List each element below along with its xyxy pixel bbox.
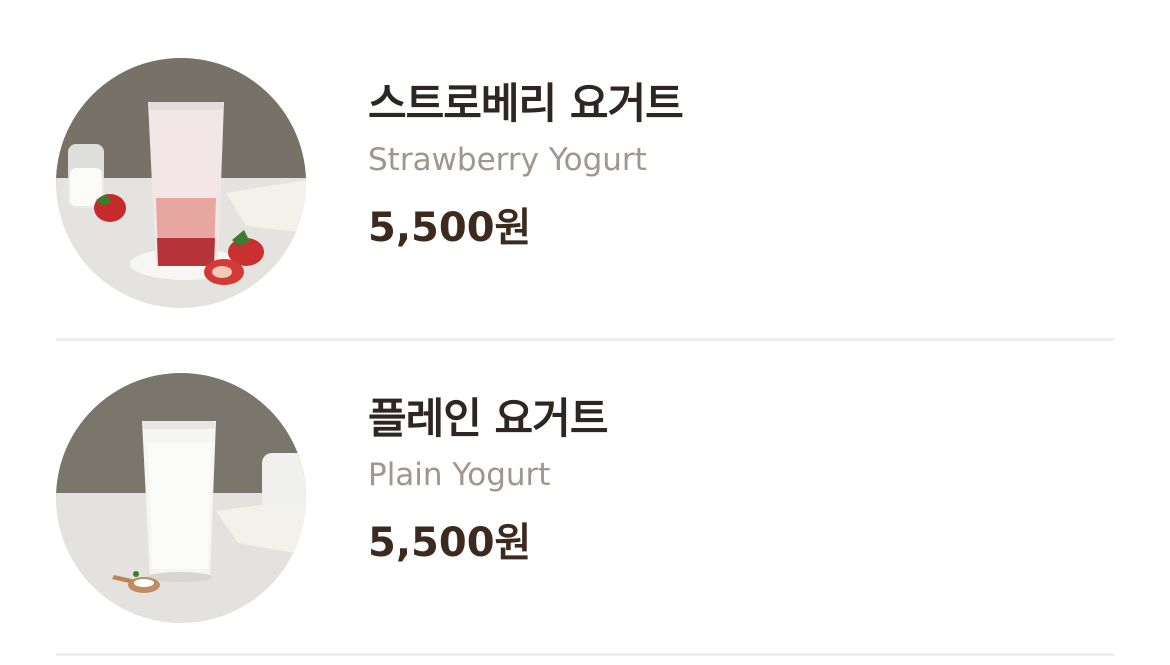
menu-list: 스트로베리 요거트 Strawberry Yogurt 5,500원 플레인 요…: [0, 0, 1170, 665]
menu-item-name-en: Plain Yogurt: [368, 457, 551, 493]
plain-yogurt-drink-icon: [56, 373, 306, 623]
menu-item-plain-yogurt[interactable]: 플레인 요거트 Plain Yogurt 5,500원: [56, 341, 1114, 656]
menu-item-name-ko: 스트로베리 요거트: [368, 79, 684, 128]
menu-item-info: 플레인 요거트 Plain Yogurt 5,500원: [368, 391, 608, 569]
menu-item-price: 5,500원: [368, 205, 532, 251]
menu-item-strawberry-yogurt[interactable]: 스트로베리 요거트 Strawberry Yogurt 5,500원: [56, 26, 1114, 341]
menu-item-name-ko: 플레인 요거트: [368, 394, 608, 443]
strawberry-yogurt-drink-icon: [56, 58, 306, 308]
menu-item-name-en: Strawberry Yogurt: [368, 142, 647, 178]
menu-item-price: 5,500원: [368, 520, 532, 566]
menu-item-info: 스트로베리 요거트 Strawberry Yogurt 5,500원: [368, 76, 684, 254]
